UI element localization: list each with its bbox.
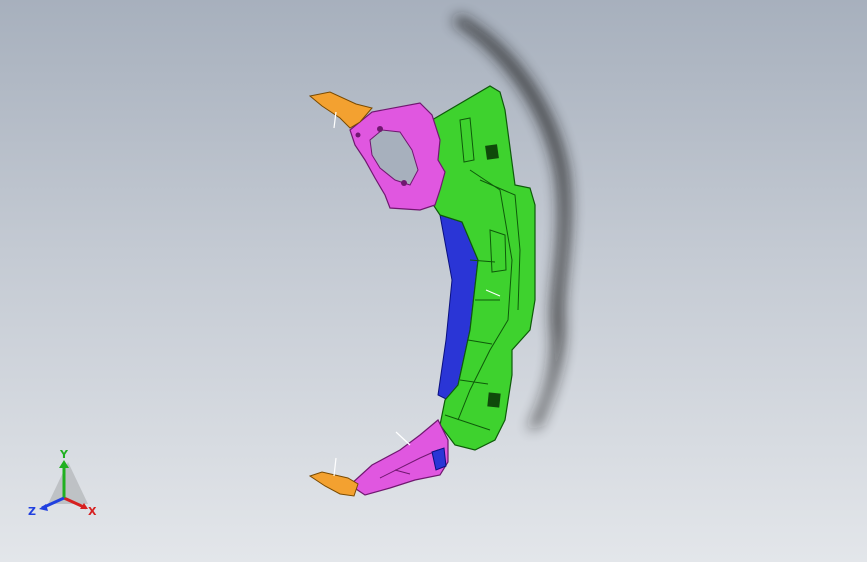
x-axis-label: X — [88, 505, 97, 518]
cad-model[interactable] — [0, 0, 867, 562]
lower-marker-line — [395, 431, 411, 446]
3d-viewport[interactable]: Y X Z — [0, 0, 867, 562]
y-axis-label: Y — [59, 448, 69, 461]
panel-hole-lower — [487, 392, 501, 408]
panel-hole-upper — [485, 144, 499, 160]
triad-cone — [48, 462, 88, 504]
clip-pin-lower — [333, 457, 337, 477]
orientation-triad[interactable]: Y X Z — [24, 448, 114, 528]
z-axis-label: Z — [28, 505, 36, 518]
